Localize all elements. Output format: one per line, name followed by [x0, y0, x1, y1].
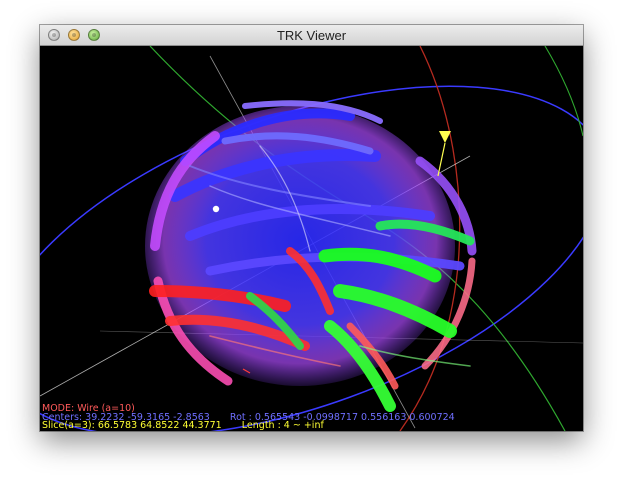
tractography-3d-viewport[interactable]: MODE: Wire (a=10) Centers: 39.2232 -59.3…	[40, 46, 583, 431]
slice-readout: Slice(a=3): 66.5783 64.8522 44.3771	[42, 420, 222, 431]
title-bar[interactable]: TRK Viewer	[40, 25, 583, 46]
length-readout: Length : 4 ~ +inf	[241, 420, 324, 431]
window-title: TRK Viewer	[276, 28, 347, 43]
slice-length-readout: Slice(a=3): 66.5783 64.8522 44.3771 Leng…	[42, 421, 324, 431]
fiber-render-canvas[interactable]	[40, 46, 583, 431]
trk-viewer-window: TRK Viewer MODE: Wire (a=10) Centers: 39…	[40, 25, 583, 431]
center-marker-icon	[212, 205, 220, 213]
